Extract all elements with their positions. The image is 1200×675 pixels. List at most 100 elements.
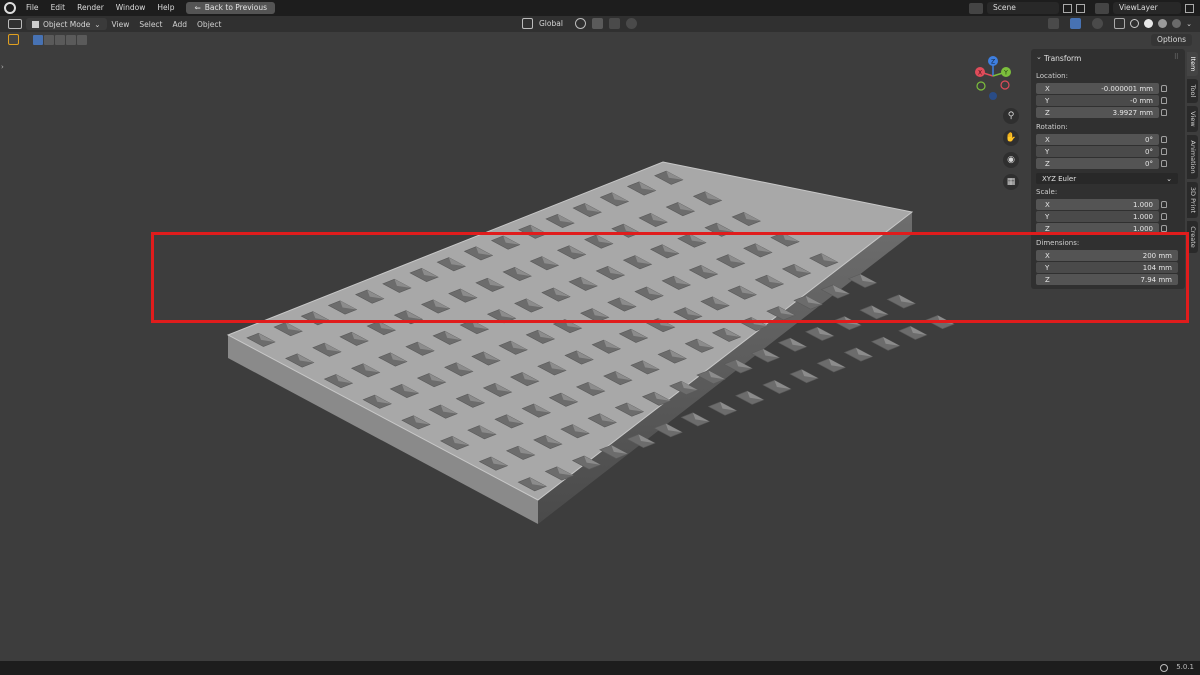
collapse-chevron-icon[interactable]: ⌄ (1036, 53, 1042, 61)
perspective-grid-icon[interactable]: ▦ (1003, 174, 1019, 190)
viewport-shading-controls: ⌄ (1048, 18, 1192, 29)
camera-view-icon[interactable]: ◉ (1003, 152, 1019, 168)
menu-edit[interactable]: Edit (45, 0, 72, 16)
gizmo-z-negative (989, 92, 997, 100)
scene-icon[interactable] (969, 2, 983, 14)
tab-3d-print[interactable]: 3D Print (1187, 182, 1198, 218)
selection-mode-group (33, 34, 87, 45)
select-extend-icon[interactable] (44, 34, 54, 45)
lock-icon[interactable] (1161, 213, 1167, 220)
axis-y-label: Y (1045, 96, 1050, 105)
gizmo-y-label: Y (1003, 70, 1008, 77)
lock-icon[interactable] (1161, 225, 1167, 232)
rotation-y-field[interactable]: Y 0° (1036, 146, 1159, 157)
toolbar-expand-icon[interactable]: › (1, 63, 4, 71)
top-menu-bar: File Edit Render Window Help ⇐ Back to P… (0, 0, 1200, 16)
scale-x-field[interactable]: X 1.000 (1036, 199, 1159, 210)
shading-rendered-icon[interactable] (1172, 19, 1182, 28)
scale-y-value: 1.000 (1132, 212, 1153, 221)
visibility-icon[interactable] (1048, 18, 1060, 29)
blender-logo-icon[interactable] (4, 2, 16, 14)
lock-icon[interactable] (1161, 136, 1167, 143)
axis-x-label: X (1045, 135, 1050, 144)
snap-target-icon[interactable] (608, 18, 620, 29)
overlay-icon[interactable] (1092, 18, 1104, 29)
back-to-previous-label: Back to Previous (204, 3, 267, 12)
zoom-icon[interactable]: ⚲ (1003, 108, 1019, 124)
gizmo-x-negative (1000, 80, 1010, 90)
scale-y-field[interactable]: Y 1.000 (1036, 211, 1159, 222)
editor-type-icon[interactable] (8, 19, 22, 29)
viewport-header: Object Mode ⌄ View Select Add Object Glo… (0, 16, 1200, 32)
rotation-z-field[interactable]: Z 0° (1036, 158, 1159, 169)
rotation-mode-dropdown[interactable]: XYZ Euler ⌄ (1036, 173, 1178, 184)
select-intersect-icon[interactable] (77, 34, 87, 45)
options-dropdown[interactable]: Options (1151, 34, 1192, 46)
scene-field[interactable]: Scene (987, 2, 1059, 14)
axis-z-label: Z (1045, 108, 1050, 117)
menu-select[interactable]: Select (134, 20, 167, 29)
location-z-field[interactable]: Z 3.9927 mm (1036, 107, 1159, 118)
menu-file[interactable]: File (20, 0, 45, 16)
tab-item[interactable]: Item (1187, 52, 1198, 76)
snap-icon[interactable] (591, 18, 603, 29)
menu-help[interactable]: Help (151, 0, 180, 16)
tab-view[interactable]: View (1187, 106, 1198, 132)
shading-options-icon[interactable]: ⌄ (1186, 20, 1192, 28)
menu-object[interactable]: Object (192, 20, 226, 29)
rotation-x-field[interactable]: X 0° (1036, 134, 1159, 145)
tab-view-label: View (1188, 111, 1197, 127)
view-layer-new-icon[interactable] (1185, 3, 1194, 13)
tab-animation[interactable]: Animation (1187, 135, 1198, 179)
grid-plate-model[interactable] (0, 0, 1200, 675)
lock-icon[interactable] (1161, 148, 1167, 155)
navigation-gizmo[interactable]: Z X Y (968, 54, 1018, 104)
scale-label: Scale: (1036, 188, 1058, 196)
scale-x-value: 1.000 (1132, 200, 1153, 209)
transform-title[interactable]: Transform (1044, 54, 1081, 63)
select-invert-icon[interactable] (66, 34, 76, 45)
panel-drag-handle-icon[interactable]: ⠿ (1174, 53, 1179, 61)
gizmo-toggle-icon[interactable] (1070, 18, 1082, 29)
select-tool-icon[interactable] (8, 34, 19, 45)
shading-wireframe-icon[interactable] (1130, 19, 1140, 28)
pin-icon[interactable] (1063, 3, 1072, 13)
lock-icon[interactable] (1161, 97, 1167, 104)
object-mode-label: Object Mode (43, 19, 91, 29)
version-label: 5.0.1 (1176, 663, 1194, 671)
lock-icon[interactable] (1161, 109, 1167, 116)
status-bar: 5.0.1 (0, 661, 1200, 675)
shading-solid-icon[interactable] (1144, 19, 1154, 28)
menu-window[interactable]: Window (110, 0, 152, 16)
back-to-previous-button[interactable]: ⇐ Back to Previous (186, 2, 275, 14)
location-x-field[interactable]: X -0.000001 mm (1036, 83, 1159, 94)
pan-hand-icon[interactable]: ✋ (1003, 130, 1019, 146)
scene-new-icon[interactable] (1076, 3, 1085, 13)
lock-icon[interactable] (1161, 160, 1167, 167)
select-new-icon[interactable] (33, 34, 43, 45)
menu-view[interactable]: View (107, 20, 135, 29)
select-subtract-icon[interactable] (55, 34, 65, 45)
location-z-value: 3.9927 mm (1112, 108, 1153, 117)
view-layer-icon[interactable] (1095, 2, 1109, 14)
network-globe-icon[interactable] (1160, 664, 1168, 672)
menu-render[interactable]: Render (71, 0, 110, 16)
gizmo-x-label: X (978, 70, 982, 77)
shading-material-icon[interactable] (1158, 19, 1168, 28)
menu-add[interactable]: Add (168, 20, 193, 29)
proportional-edit-icon[interactable] (625, 18, 637, 29)
object-mode-icon (32, 20, 39, 28)
orientation-dropdown[interactable]: Global (539, 19, 563, 28)
lock-icon[interactable] (1161, 201, 1167, 208)
pivot-icon[interactable] (574, 18, 586, 29)
gizmo-y-negative (976, 81, 986, 91)
view-layer-field[interactable]: ViewLayer (1113, 2, 1181, 14)
location-y-field[interactable]: Y -0 mm (1036, 95, 1159, 106)
object-mode-dropdown[interactable]: Object Mode ⌄ (26, 18, 107, 30)
xray-icon[interactable] (1114, 18, 1126, 29)
tab-tool[interactable]: Tool (1187, 79, 1198, 103)
tab-tool-label: Tool (1188, 84, 1197, 98)
lock-icon[interactable] (1161, 85, 1167, 92)
chevron-down-icon: ⌄ (94, 19, 101, 29)
orientation-icon[interactable] (522, 18, 533, 29)
